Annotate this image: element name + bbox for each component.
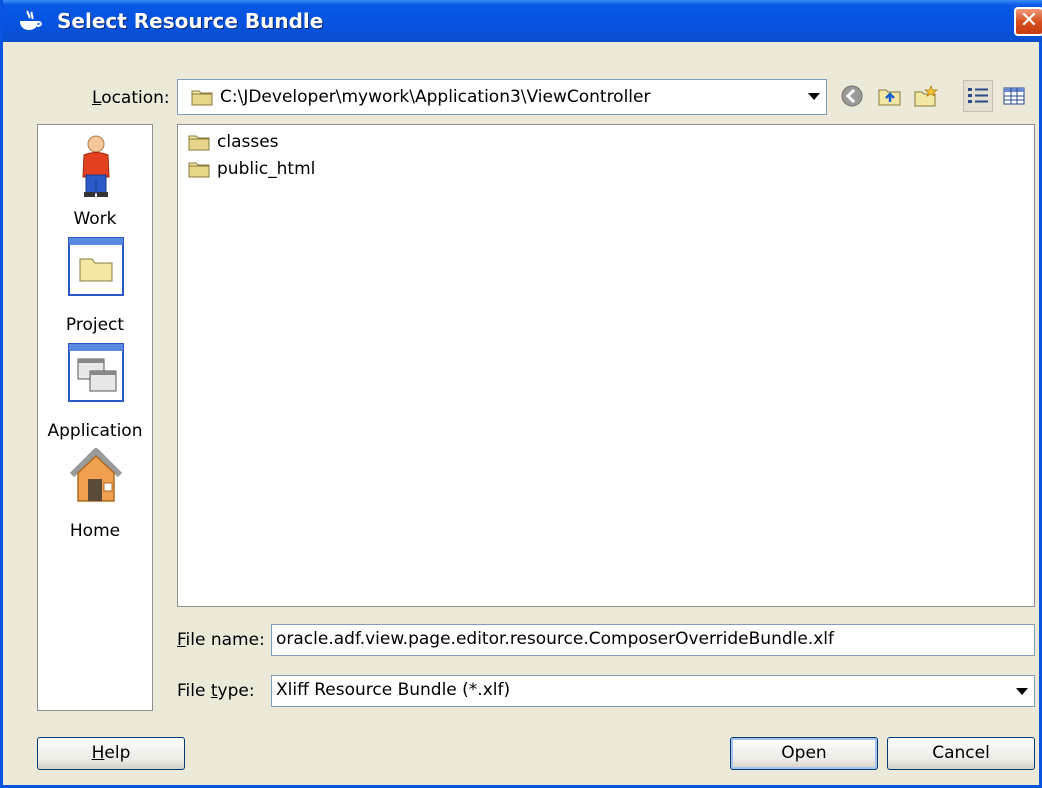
file-name: classes [217,132,279,152]
file-name-field[interactable]: oracle.adf.view.page.editor.resource.Com… [271,624,1035,656]
chevron-down-icon[interactable] [1016,688,1028,695]
help-button[interactable]: Help [37,737,185,770]
file-list[interactable]: classes public_html [177,124,1035,607]
place-label: Home [69,521,121,541]
chevron-down-icon[interactable] [808,93,820,100]
cancel-button[interactable]: Cancel [887,737,1035,770]
folder-icon [188,135,210,151]
project-folder-icon [68,237,124,296]
home-icon [69,448,123,502]
place-project[interactable]: Project [38,237,152,337]
dialog-title: Select Resource Bundle [57,9,324,33]
java-cup-icon [20,10,42,30]
place-label: Work [73,209,117,229]
dialog-window: Select Resource Bundle ✕ Location: C:\JD… [0,0,1042,788]
location-path: C:\JDeveloper\mywork\Application3\ViewCo… [220,87,651,107]
location-label: Location: [92,88,170,108]
file-name: public_html [217,159,316,179]
place-label: Project [65,315,125,335]
application-windows-icon [68,343,124,402]
list-view-icon[interactable] [963,80,993,112]
file-name-label: File name: [177,630,265,650]
places-sidebar: Work Project Application Home [37,124,153,711]
place-label: Application [47,421,143,441]
new-folder-icon[interactable] [911,80,941,112]
place-home[interactable]: Home [38,447,152,547]
file-type-label: File type: [177,681,255,701]
title-bar[interactable]: Select Resource Bundle ✕ [3,0,1042,42]
location-combo[interactable]: C:\JDeveloper\mywork\Application3\ViewCo… [177,79,827,115]
file-type-value: Xliff Resource Bundle (*.xlf) [276,680,511,700]
work-person-icon [82,135,110,197]
folder-icon [188,162,210,178]
file-type-select[interactable]: Xliff Resource Bundle (*.xlf) [271,675,1035,707]
details-view-icon[interactable] [999,80,1029,112]
list-item[interactable]: classes [188,130,279,154]
list-item[interactable]: public_html [188,157,315,181]
open-button[interactable]: Open [730,737,878,770]
close-button[interactable]: ✕ [1014,7,1042,36]
folder-icon [191,90,213,106]
back-icon[interactable] [837,80,867,112]
place-application[interactable]: Application [38,343,152,443]
up-folder-icon[interactable] [875,80,905,112]
place-work[interactable]: Work [38,135,152,235]
